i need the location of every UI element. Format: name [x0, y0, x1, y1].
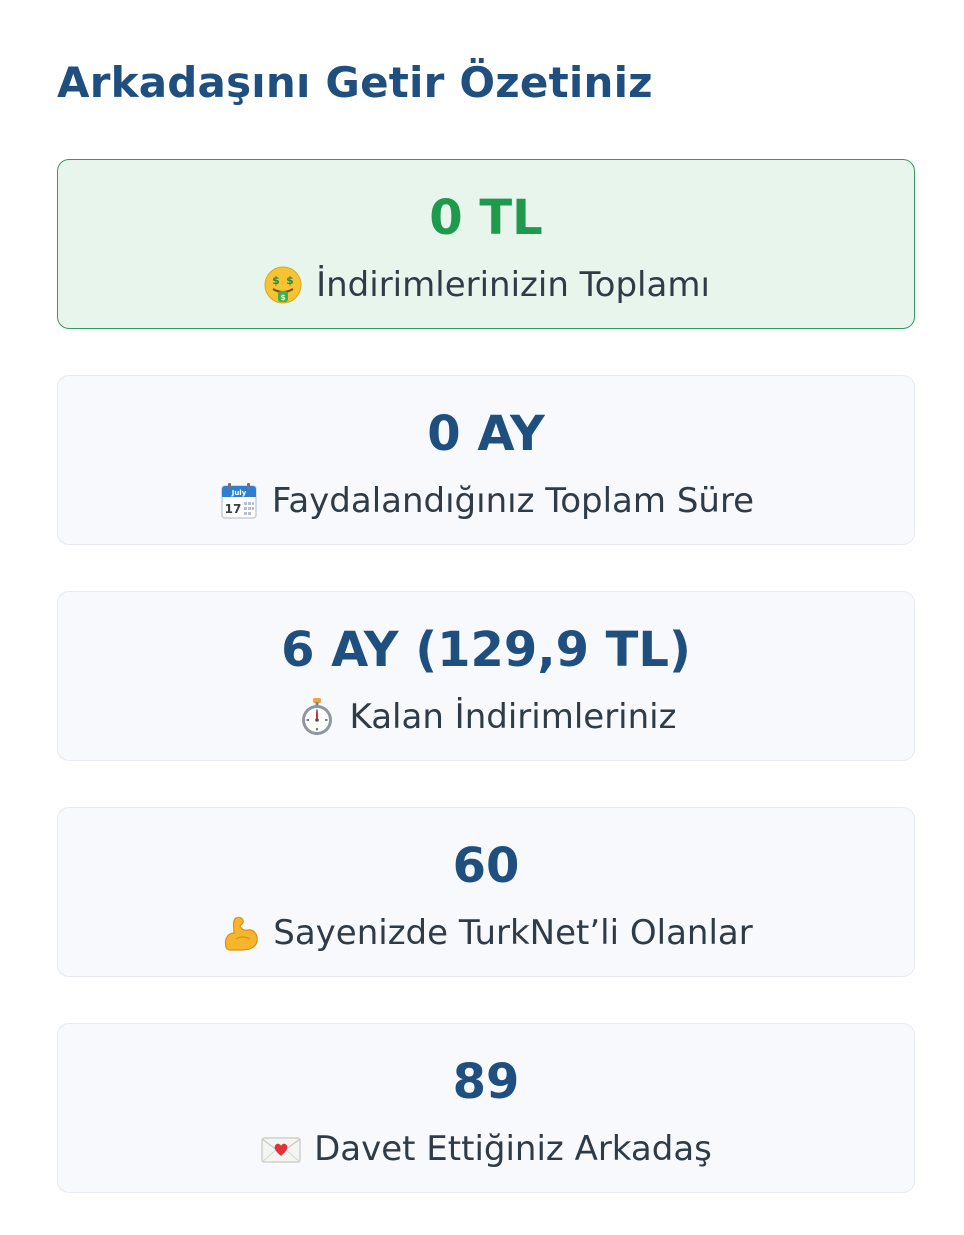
invited-friends-value: 89	[452, 1054, 520, 1110]
page-title: Arkadaşını Getir Özetiniz	[57, 58, 653, 107]
total-discounts-label: İndirimlerinizin Toplamı	[316, 265, 710, 305]
summary-card-total-duration: 0 AY July 17 Faydalandığınız Toplam Süre	[57, 375, 915, 545]
svg-text:$: $	[286, 274, 294, 287]
svg-text:$: $	[280, 293, 286, 302]
calendar-icon-month: July	[231, 489, 247, 497]
stopwatch-icon	[296, 696, 338, 738]
summary-card-total-discounts: 0 TL $ $ $ İndirimlerinizin Toplamı	[57, 159, 915, 329]
invited-friends-label: Davet Ettiğiniz Arkadaş	[314, 1129, 712, 1169]
invited-friends-label-row: Davet Ettiğiniz Arkadaş	[58, 1124, 914, 1174]
total-discounts-value: 0 TL	[429, 190, 543, 246]
referred-customers-label-row: Sayenizde TurkNet’li Olanlar	[58, 908, 914, 958]
svg-text:$: $	[272, 274, 280, 287]
total-duration-label-row: July 17 Faydalandığınız Toplam Süre	[58, 476, 914, 526]
remaining-discounts-label: Kalan İndirimleriniz	[349, 697, 677, 737]
calendar-icon: July 17	[218, 480, 260, 522]
total-discounts-label-row: $ $ $ İndirimlerinizin Toplamı	[58, 260, 914, 310]
summary-card-remaining-discounts: 6 AY (129,9 TL) Kalan İndirimleriniz	[57, 591, 915, 761]
total-duration-label: Faydalandığınız Toplam Süre	[271, 481, 755, 521]
summary-card-referred-customers: 60 Sayenizde TurkNet’li Olanlar	[57, 807, 915, 977]
remaining-discounts-label-row: Kalan İndirimleriniz	[58, 692, 914, 742]
referred-customers-value: 60	[452, 838, 520, 894]
money-mouth-face-icon: $ $ $	[262, 264, 304, 306]
referred-customers-label: Sayenizde TurkNet’li Olanlar	[273, 913, 753, 953]
calendar-icon-day: 17	[225, 502, 242, 516]
love-letter-icon	[260, 1128, 302, 1170]
total-duration-value: 0 AY	[427, 406, 545, 462]
summary-card-invited-friends: 89 Davet Ettiğiniz Arkadaş	[57, 1023, 915, 1193]
remaining-discounts-value: 6 AY (129,9 TL)	[281, 622, 691, 678]
flexed-biceps-icon	[219, 912, 261, 954]
